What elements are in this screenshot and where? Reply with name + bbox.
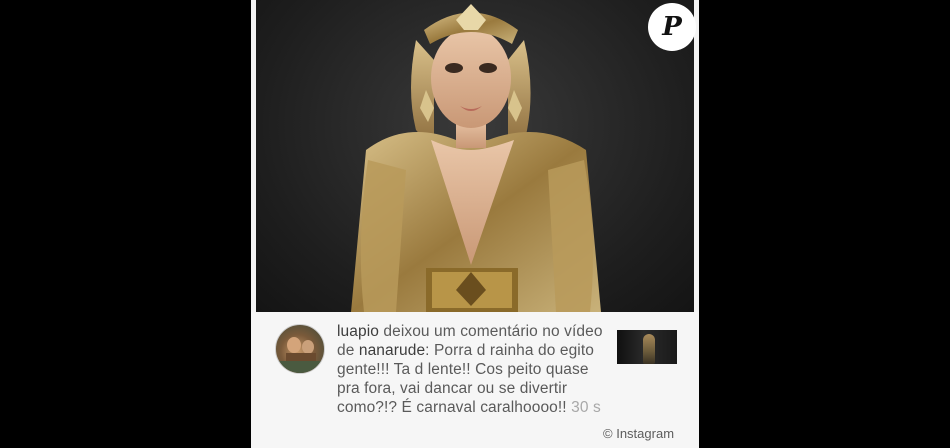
thumbnail-figure <box>643 334 655 364</box>
purepeople-logo-icon: P <box>648 3 696 51</box>
instagram-screenshot-card: luapio deixou um comentário no vídeo de … <box>251 0 699 448</box>
notification-message: luapio deixou um comentário no vídeo de … <box>337 322 613 417</box>
watermark-text: Instagram <box>616 426 675 441</box>
actor-username[interactable]: luapio <box>337 323 379 340</box>
user-avatar-icon[interactable] <box>275 324 325 374</box>
avatar-photo <box>276 337 324 373</box>
post-photo[interactable] <box>256 0 694 312</box>
copyright-icon: © <box>603 426 613 441</box>
notification-time: 30 s <box>571 399 601 416</box>
video-thumbnail-icon[interactable] <box>617 330 677 364</box>
woman-in-gold-costume-photo <box>351 4 601 312</box>
target-username[interactable]: nanarude <box>359 342 425 359</box>
comment-notification[interactable]: luapio deixou um comentário no vídeo de … <box>251 312 699 448</box>
instagram-watermark: © Instagram <box>603 426 674 441</box>
logo-letter: P <box>662 12 682 42</box>
